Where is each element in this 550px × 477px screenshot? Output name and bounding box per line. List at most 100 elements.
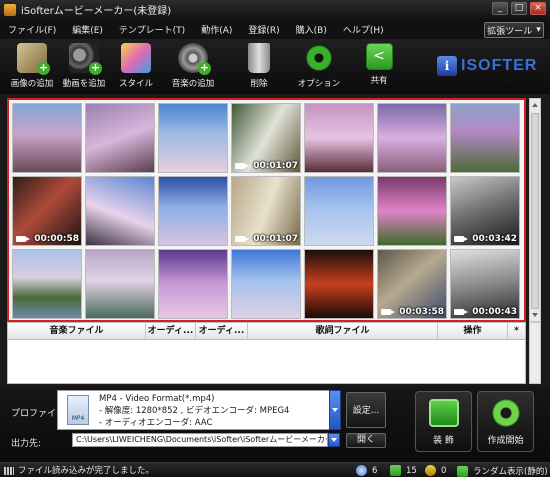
media-thumbnail[interactable] <box>85 176 155 246</box>
add-image-icon: + <box>17 43 50 75</box>
video-duration: 00:01:07 <box>253 161 298 171</box>
media-thumbnail[interactable]: 00:03:42 <box>450 176 520 246</box>
video-camera-icon <box>16 236 30 242</box>
media-thumbnail[interactable] <box>450 103 520 173</box>
media-thumbnail[interactable]: 00:00:43 <box>450 249 520 319</box>
video-duration: 00:00:43 <box>472 307 517 317</box>
add-image-button[interactable]: + 画像の追加 <box>2 43 62 89</box>
toolbar-label: オプション <box>297 79 341 89</box>
status-videos: 15 <box>390 465 417 476</box>
options-button[interactable]: オプション <box>289 43 349 89</box>
delete-button[interactable]: 削除 <box>229 43 289 89</box>
scroll-thumb[interactable] <box>531 113 539 309</box>
settings-button[interactable]: 設定... <box>346 392 386 428</box>
video-camera-icon <box>454 309 468 315</box>
style-button[interactable]: スタイル <box>106 43 166 89</box>
toolbar-label: スタイル <box>118 79 153 89</box>
video-camera-icon <box>381 309 395 315</box>
video-count: 15 <box>406 465 417 476</box>
menu-action[interactable]: 動作(A) <box>193 23 240 36</box>
title-bar: iSofterムービーメーカー(未登録) _ □ × <box>0 0 550 19</box>
extension-tools-label: 拡張ツール <box>487 26 533 37</box>
media-thumbnail[interactable] <box>377 176 447 246</box>
column-music-file[interactable]: 音楽ファイル <box>8 323 146 339</box>
add-music-icon: + <box>178 43 211 75</box>
video-duration: 00:03:42 <box>472 234 517 244</box>
column-audio-1[interactable]: オーディ... <box>146 323 196 339</box>
menu-template[interactable]: テンプレート(T) <box>111 23 193 36</box>
logo-badge: i <box>437 56 457 76</box>
menu-help[interactable]: ヘルプ(H) <box>335 23 392 36</box>
music-scrollbar[interactable] <box>529 322 541 384</box>
menu-buy[interactable]: 購入(B) <box>288 23 335 36</box>
music-table[interactable]: 音楽ファイル オーディ... オーディ... 歌詞ファイル 操作 * <box>7 322 526 384</box>
media-thumbnail[interactable]: 00:03:58 <box>377 249 447 319</box>
music-count: 0 <box>441 465 447 476</box>
media-grid[interactable]: 00:01:07 00:00:58 00:01:07 00:03:42 00:0… <box>7 98 526 322</box>
scroll-down-icon[interactable] <box>532 313 538 317</box>
plus-icon: + <box>37 61 50 75</box>
media-thumbnail[interactable]: 00:01:07 <box>231 176 301 246</box>
music-note-icon <box>425 465 436 476</box>
menu-file[interactable]: ファイル(F) <box>0 23 64 36</box>
media-thumbnail[interactable] <box>12 103 82 173</box>
status-music: 0 <box>425 465 446 476</box>
toolbar-label: 音楽の追加 <box>171 79 215 89</box>
output-dropdown-button[interactable] <box>328 433 340 447</box>
app-icon <box>4 3 16 16</box>
share-icon: < <box>365 43 393 70</box>
media-thumbnail[interactable] <box>85 103 155 173</box>
display-mode[interactable]: ランダム表示(静的) <box>457 465 548 477</box>
menu-bar: ファイル(F) 編集(E) テンプレート(T) 動作(A) 登録(R) 購入(B… <box>0 19 550 39</box>
column-lyrics-file[interactable]: 歌詞ファイル <box>248 323 438 339</box>
close-button[interactable]: × <box>530 2 546 15</box>
add-music-button[interactable]: + 音楽の追加 <box>163 43 223 89</box>
decorate-button[interactable]: 装 飾 <box>415 391 472 452</box>
column-audio-2[interactable]: オーディ... <box>196 323 248 339</box>
status-message: ファイル読み込みが完了しました。 <box>18 466 155 476</box>
media-thumbnail[interactable] <box>304 103 374 173</box>
music-table-header: 音楽ファイル オーディ... オーディ... 歌詞ファイル 操作 * <box>8 323 525 340</box>
toolbar-label: 画像の追加 <box>10 79 54 89</box>
media-thumbnail[interactable] <box>377 103 447 173</box>
output-path-field[interactable]: C:\Users\LIWEICHENG\Documents\iSofter\iS… <box>72 433 328 447</box>
profile-select[interactable]: MP4 MP4 - Video Format(*.mp4) - 解像度: 128… <box>57 390 341 430</box>
menu-register[interactable]: 登録(R) <box>240 23 287 36</box>
media-thumbnail[interactable] <box>12 249 82 319</box>
scroll-up-icon[interactable] <box>532 103 538 107</box>
toolbar-label: 削除 <box>250 79 268 89</box>
video-camera-icon <box>235 236 249 242</box>
start-create-button[interactable]: 作成開始 <box>477 391 534 452</box>
chevron-down-icon: ▾ <box>536 25 541 35</box>
minimize-button[interactable]: _ <box>492 2 508 15</box>
media-thumbnail[interactable] <box>158 249 228 319</box>
output-label: 出力先: <box>11 439 42 449</box>
profile-format: MP4 - Video Format(*.mp4) <box>99 394 215 404</box>
extension-tools-button[interactable]: 拡張ツール ▾ <box>484 22 544 38</box>
start-create-label: 作成開始 <box>487 436 524 446</box>
media-thumbnail[interactable] <box>304 176 374 246</box>
open-folder-button[interactable]: 開く <box>346 433 386 448</box>
column-operation[interactable]: 操作 <box>438 323 508 339</box>
media-scrollbar[interactable] <box>529 98 541 322</box>
column-star[interactable]: * <box>508 323 525 339</box>
media-thumbnail[interactable] <box>231 249 301 319</box>
add-video-button[interactable]: + 動画を追加 <box>54 43 114 89</box>
status-images: 6 <box>356 465 377 476</box>
signal-icon <box>4 467 14 475</box>
media-thumbnail[interactable]: 00:01:07 <box>231 103 301 173</box>
maximize-button[interactable]: □ <box>511 2 527 15</box>
media-thumbnail[interactable]: 00:00:58 <box>12 176 82 246</box>
media-thumbnail[interactable] <box>158 176 228 246</box>
decorate-label: 装 飾 <box>433 436 454 446</box>
plus-icon: + <box>198 61 211 75</box>
film-icon <box>390 465 401 476</box>
gear-icon <box>304 43 334 73</box>
media-thumbnail[interactable] <box>158 103 228 173</box>
menu-edit[interactable]: 編集(E) <box>64 23 111 36</box>
video-duration: 00:00:58 <box>34 234 79 244</box>
share-button[interactable]: < 共有 <box>349 43 409 86</box>
profile-dropdown-button[interactable] <box>329 390 341 430</box>
media-thumbnail[interactable] <box>85 249 155 319</box>
media-thumbnail[interactable] <box>304 249 374 319</box>
